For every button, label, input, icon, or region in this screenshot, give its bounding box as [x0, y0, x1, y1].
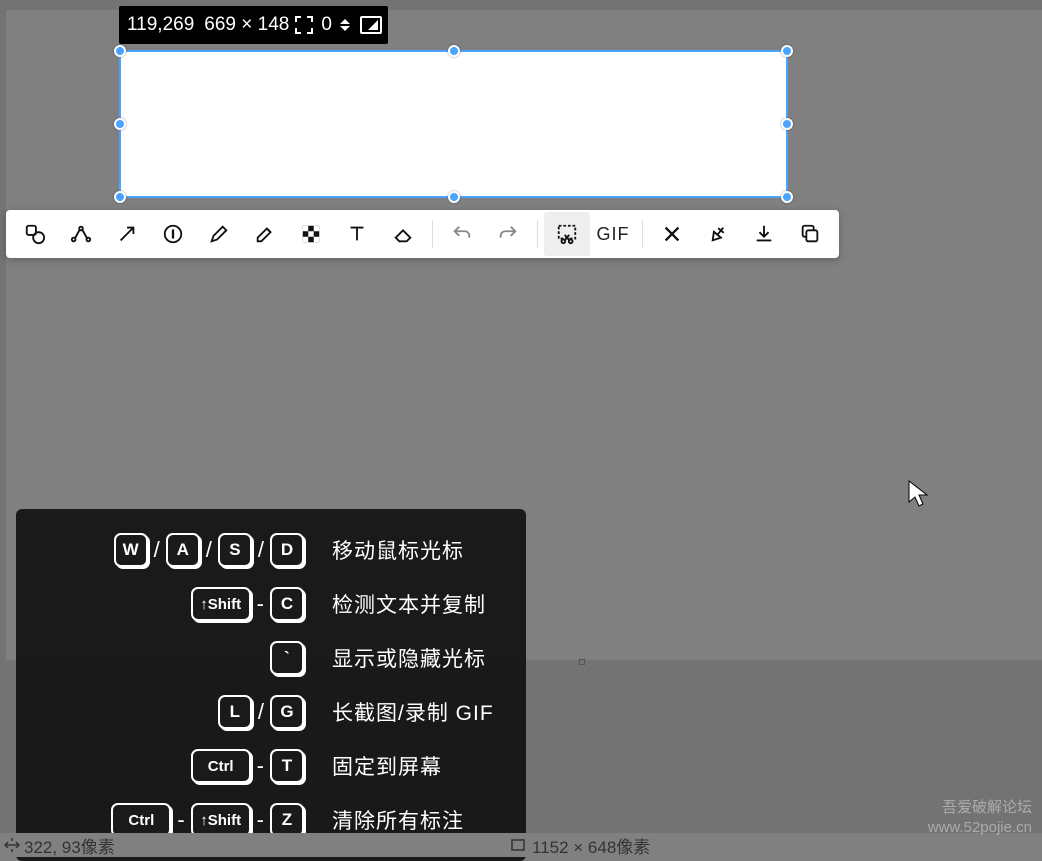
key-joiner: -	[255, 753, 266, 779]
help-row: W / A / S / D 移动鼠标光标	[34, 523, 508, 577]
arrow-tool-button[interactable]	[104, 212, 150, 256]
key-cap: Ctrl	[111, 803, 171, 837]
resize-handle-tl[interactable]	[114, 45, 126, 57]
gif-label: GIF	[593, 224, 634, 245]
text-tool-button[interactable]	[334, 212, 380, 256]
key-cap: Z	[270, 803, 304, 837]
key-joiner: -	[255, 807, 266, 833]
key-joiner: /	[256, 537, 266, 563]
status-center: 1152 × 648像素	[510, 833, 650, 858]
key-cap: A	[166, 533, 200, 567]
annotation-toolbar: GIF	[6, 210, 839, 258]
copy-button[interactable]	[787, 212, 833, 256]
key-cap: `	[270, 641, 304, 675]
resize-handle-ml[interactable]	[114, 118, 126, 130]
crop-icon	[295, 16, 313, 34]
redo-button[interactable]	[485, 212, 531, 256]
key-cap: S	[218, 533, 252, 567]
screenshot-crop-button[interactable]	[544, 212, 590, 256]
help-row: L / G 长截图/录制 GIF	[34, 685, 508, 739]
key-joiner: /	[152, 537, 162, 563]
key-cap: Ctrl	[191, 749, 251, 783]
key-cap: D	[270, 533, 304, 567]
watermark-line1: 吾爱破解论坛	[928, 798, 1032, 818]
mosaic-tool-button[interactable]	[288, 212, 334, 256]
shape-tool-button[interactable]	[12, 212, 58, 256]
key-joiner: /	[204, 537, 214, 563]
status-coords: 322, 93像素	[24, 833, 115, 858]
status-dimensions: 1152 × 648像素	[532, 833, 650, 858]
key-cap: T	[270, 749, 304, 783]
watermark: 吾爱破解论坛 www.52pojie.cn	[928, 798, 1032, 837]
eraser-tool-button[interactable]	[380, 212, 426, 256]
help-desc: 长截图/录制 GIF	[332, 697, 494, 727]
close-button[interactable]	[649, 212, 695, 256]
help-row: Ctrl - T 固定到屏幕	[34, 739, 508, 793]
help-desc: 移动鼠标光标	[332, 535, 464, 565]
key-joiner: -	[175, 807, 186, 833]
resize-handle-mr[interactable]	[781, 118, 793, 130]
stepper-down-icon[interactable]	[340, 26, 350, 31]
help-desc: 清除所有标注	[332, 805, 464, 835]
canvas-size-icon	[510, 837, 526, 853]
gif-record-button[interactable]: GIF	[590, 212, 636, 256]
shortcuts-help-panel: W / A / S / D 移动鼠标光标 ↑Shift - C 检测文本并复制 …	[16, 509, 526, 861]
pointer-coords-icon	[4, 837, 20, 853]
toolbar-separator	[537, 220, 538, 248]
counter-tool-button[interactable]	[150, 212, 196, 256]
stepper-up-icon[interactable]	[340, 19, 350, 24]
help-desc: 显示或隐藏光标	[332, 643, 486, 673]
toolbar-separator	[642, 220, 643, 248]
fullscreen-icon[interactable]	[360, 16, 382, 34]
status-bar: 322, 93像素 1152 × 648像素	[0, 833, 1042, 857]
resize-handle-tr[interactable]	[781, 45, 793, 57]
key-cap: ↑Shift	[191, 803, 251, 837]
key-cap: W	[114, 533, 148, 567]
pencil-tool-button[interactable]	[196, 212, 242, 256]
help-row: ` 显示或隐藏光标	[34, 631, 508, 685]
pin-button[interactable]	[695, 212, 741, 256]
save-button[interactable]	[741, 212, 787, 256]
cursor-icon	[908, 480, 928, 508]
dimensions-label: 669 × 148	[204, 14, 289, 36]
resize-handle-bc[interactable]	[448, 191, 460, 203]
selection-info-pill: 119,269 669 × 148 0	[119, 6, 388, 44]
help-desc: 检测文本并复制	[332, 589, 486, 619]
key-cap: L	[218, 695, 252, 729]
key-cap: C	[270, 587, 304, 621]
key-cap: ↑Shift	[191, 587, 251, 621]
stepper-value: 0	[321, 14, 332, 36]
toolbar-separator	[432, 220, 433, 248]
status-left: 322, 93像素	[0, 833, 115, 858]
highlighter-tool-button[interactable]	[242, 212, 288, 256]
key-cap: G	[270, 695, 304, 729]
undo-button[interactable]	[439, 212, 485, 256]
key-joiner: /	[256, 699, 266, 725]
resize-handle-tc[interactable]	[448, 45, 460, 57]
coords-label: 119,269	[127, 14, 194, 36]
value-stepper[interactable]	[340, 19, 350, 31]
help-desc: 固定到屏幕	[332, 751, 442, 781]
capture-selection[interactable]	[119, 50, 788, 198]
center-marker	[579, 659, 585, 665]
resize-handle-br[interactable]	[781, 191, 793, 203]
key-joiner: -	[255, 591, 266, 617]
watermark-line2: www.52pojie.cn	[928, 818, 1032, 838]
help-row: ↑Shift - C 检测文本并复制	[34, 577, 508, 631]
polyline-tool-button[interactable]	[58, 212, 104, 256]
resize-handle-bl[interactable]	[114, 191, 126, 203]
